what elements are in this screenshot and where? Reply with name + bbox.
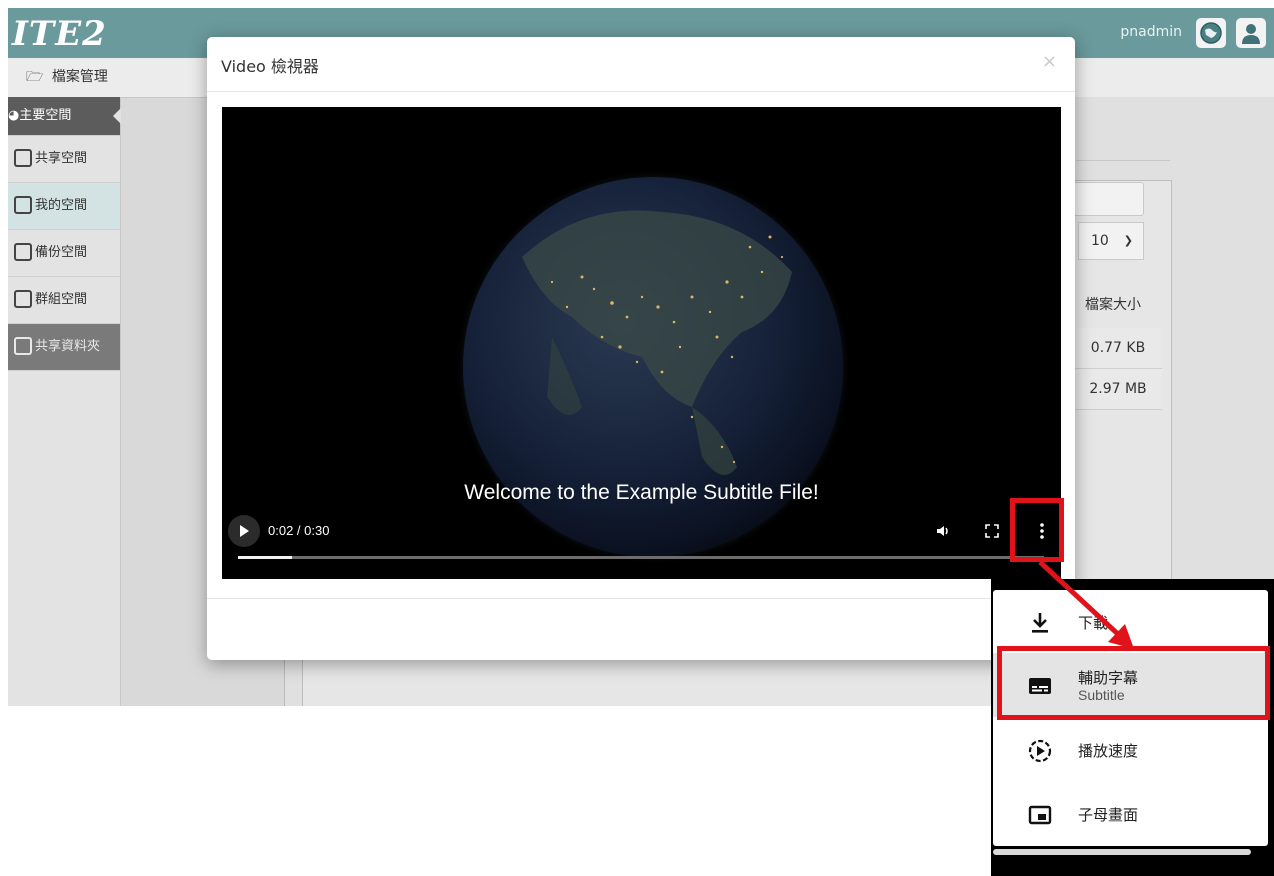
folder-icon [14, 336, 32, 355]
globe-icon [14, 148, 32, 167]
pie-chart-icon: ◕ [8, 108, 20, 123]
video-subtitle: Welcome to the Example Subtitle File! [464, 481, 819, 504]
sidebar-header-label: 主要空間 [19, 108, 72, 123]
highlight-box-subtitles [997, 646, 1270, 720]
page-size-value: 10 [1091, 233, 1109, 249]
sidebar-item-label: 群組空間 [35, 292, 88, 307]
sidebar-item-label: 共享資料夾 [35, 339, 101, 354]
menu-item-label: 子母畫面 [1078, 806, 1139, 824]
highlight-box-more-options [1010, 498, 1064, 562]
modal-footer-divider [207, 598, 1075, 599]
logo: ITE2 [12, 14, 107, 54]
sidebar-item-my-space[interactable]: 我的空間 [8, 183, 120, 230]
search-input[interactable] [1072, 182, 1144, 216]
menu-item-download[interactable]: 下載 [993, 590, 1268, 654]
modal-header: Video 檢視器 × [207, 37, 1075, 92]
close-icon[interactable]: × [1042, 51, 1057, 72]
backup-icon [14, 242, 32, 261]
sidebar-item-backup-space[interactable]: 備份空間 [8, 230, 120, 277]
table-cell-file-size: 0.77 KB [1074, 328, 1162, 369]
sidebar-item-label: 我的空間 [35, 198, 88, 213]
user-profile-icon[interactable] [1236, 18, 1266, 48]
group-icon [14, 289, 32, 308]
menu-item-label: 播放速度 [1078, 742, 1139, 760]
video-player[interactable]: Welcome to the Example Subtitle File! 0:… [222, 107, 1061, 579]
folder-open-icon: 🗁 [26, 69, 44, 85]
sidebar-item-shared-space[interactable]: 共享空間 [8, 136, 120, 183]
menu-item-picture-in-picture[interactable]: 子母畫面 [993, 782, 1268, 846]
video-frame-earth [455, 169, 851, 565]
volume-icon[interactable] [934, 521, 954, 541]
chevron-down-icon: ❯ [1123, 234, 1133, 247]
breadcrumb-label[interactable]: 檔案管理 [52, 69, 108, 85]
video-viewer-modal: Video 檢視器 × Welcome to the Example Subti… [207, 37, 1075, 660]
modal-title: Video 檢視器 [221, 57, 319, 76]
picture-in-picture-icon [1028, 805, 1052, 825]
download-icon [1032, 613, 1048, 633]
menu-scrollbar[interactable] [993, 849, 1251, 855]
sidebar: ◕主要空間 共享空間 我的空間 備份空間 群組空間 共享資料夾 [8, 97, 121, 706]
file-size-column-header[interactable]: 檔案大小 [1078, 294, 1148, 314]
menu-item-label: 下載 [1078, 614, 1109, 632]
table-cell-file-size: 2.97 MB [1074, 369, 1162, 410]
video-time: 0:02 / 0:30 [268, 523, 330, 538]
video-progress-fill [238, 556, 292, 559]
play-button[interactable] [228, 515, 260, 547]
playback-speed-icon [1028, 739, 1052, 763]
video-progress-bar[interactable] [238, 556, 1044, 559]
home-icon [14, 195, 32, 214]
sidebar-item-shared-folder[interactable]: 共享資料夾 [8, 324, 120, 371]
language-globe-icon[interactable] [1196, 18, 1226, 48]
sidebar-header[interactable]: ◕主要空間 [8, 97, 121, 136]
menu-item-playback-speed[interactable]: 播放速度 [993, 718, 1268, 782]
fullscreen-icon[interactable] [982, 521, 1002, 541]
username[interactable]: pnadmin [1120, 24, 1182, 40]
sidebar-item-group-space[interactable]: 群組空間 [8, 277, 120, 324]
page-size-select[interactable]: 10 ❯ [1078, 222, 1144, 260]
sidebar-item-label: 共享空間 [35, 151, 88, 166]
sidebar-item-label: 備份空間 [35, 245, 88, 260]
divider [1076, 160, 1170, 161]
